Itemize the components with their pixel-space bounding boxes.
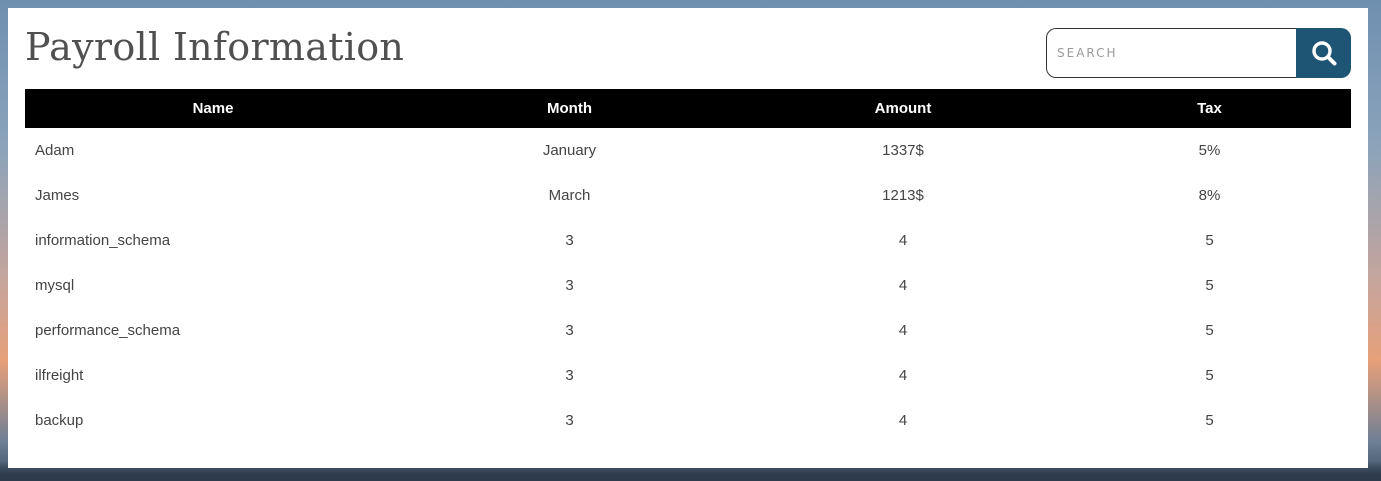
cell-name: ilfreight — [35, 367, 84, 384]
cell-name: information_schema — [35, 232, 171, 249]
cell-amount: 4 — [898, 322, 908, 339]
table-row: mysql 3 4 5 — [25, 263, 1351, 308]
table-body: Adam January 1337$ 5% James March 1213$ … — [25, 128, 1351, 443]
cell-tax: 5 — [1205, 412, 1214, 429]
cell-month: 3 — [565, 277, 574, 294]
payroll-table: Name Month Amount Tax Adam January 1337$… — [25, 89, 1351, 443]
cell-name: backup — [35, 412, 84, 429]
cell-tax: 5 — [1205, 322, 1214, 339]
cell-amount: 1337$ — [882, 142, 924, 159]
table-row: James March 1213$ 8% — [25, 173, 1351, 218]
table-row: information_schema 3 4 5 — [25, 218, 1351, 263]
search-input[interactable] — [1046, 28, 1296, 78]
table-row: performance_schema 3 4 5 — [25, 308, 1351, 353]
cell-tax: 5% — [1198, 142, 1221, 159]
search-bar — [1046, 28, 1351, 78]
cell-amount: 4 — [898, 367, 908, 384]
cell-tax: 5 — [1205, 232, 1214, 249]
cell-name: James — [35, 187, 80, 204]
cell-tax: 5 — [1205, 277, 1214, 294]
cell-tax: 8% — [1198, 187, 1221, 204]
cell-name: performance_schema — [35, 322, 181, 339]
column-header-amount[interactable]: Amount — [738, 89, 1068, 128]
cell-name: Adam — [35, 142, 75, 159]
payroll-panel: Payroll Information Name Month Amount Ta… — [8, 8, 1368, 468]
cell-amount: 4 — [898, 232, 908, 249]
search-button[interactable] — [1296, 28, 1351, 78]
cell-amount: 4 — [898, 412, 908, 429]
header-row: Name Month Amount Tax — [25, 89, 1351, 128]
cell-amount: 1213$ — [882, 187, 924, 204]
column-header-month[interactable]: Month — [401, 89, 738, 128]
column-header-name[interactable]: Name — [25, 89, 401, 128]
page-title: Payroll Information — [25, 25, 405, 69]
table-row: backup 3 4 5 — [25, 398, 1351, 443]
column-header-tax[interactable]: Tax — [1068, 89, 1351, 128]
cell-month: 3 — [565, 412, 574, 429]
table-row: Adam January 1337$ 5% — [25, 128, 1351, 173]
cell-month: January — [542, 142, 597, 159]
search-icon — [1311, 41, 1336, 66]
cell-month: 3 — [565, 232, 574, 249]
cell-month: 3 — [565, 322, 574, 339]
cell-month: 3 — [565, 367, 574, 384]
table-row: ilfreight 3 4 5 — [25, 353, 1351, 398]
table-header: Name Month Amount Tax — [25, 89, 1351, 128]
cell-name: mysql — [35, 277, 75, 294]
cell-tax: 5 — [1205, 367, 1214, 384]
cell-amount: 4 — [898, 277, 908, 294]
cell-month: March — [548, 187, 591, 204]
